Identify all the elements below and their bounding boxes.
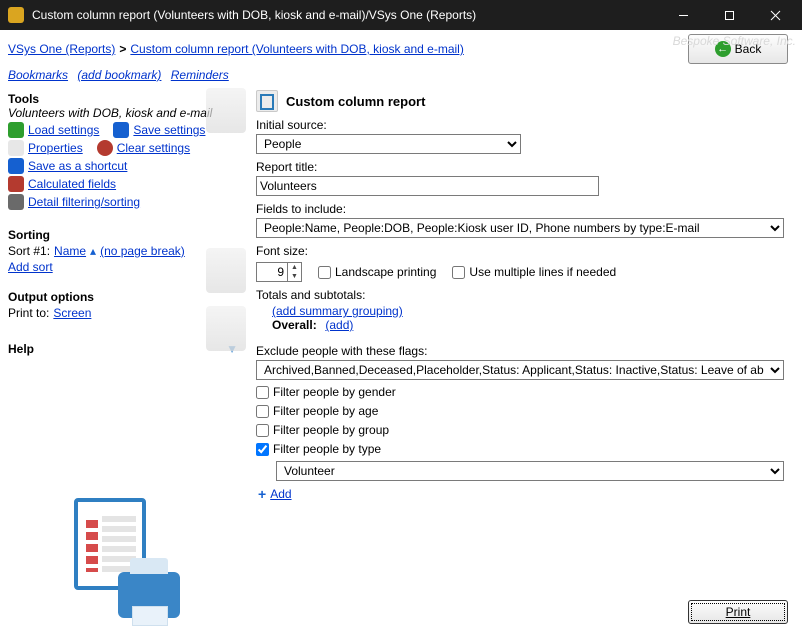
save-shortcut-link[interactable]: Save as a shortcut: [28, 159, 127, 173]
document-icon: [206, 248, 246, 293]
app-icon: [8, 7, 24, 23]
print-button[interactable]: Print: [688, 600, 788, 624]
title-bar: Custom column report (Volunteers with DO…: [0, 0, 802, 30]
plus-icon: +: [258, 487, 266, 501]
spin-down-icon[interactable]: ▼: [288, 272, 301, 281]
overall-add-link[interactable]: (add): [325, 318, 353, 332]
content-panel: Custom column report Initial source: Peo…: [250, 88, 802, 501]
fields-label: Fields to include:: [256, 202, 792, 216]
back-button[interactable]: ← Back: [688, 34, 788, 64]
filter-gender-checkbox[interactable]: [256, 386, 269, 399]
spin-up-icon[interactable]: ▲: [288, 263, 301, 272]
close-button[interactable]: [752, 0, 798, 30]
help-heading: Help: [8, 342, 34, 356]
properties-link[interactable]: Properties: [28, 141, 83, 155]
exclude-label: Exclude people with these flags:: [256, 344, 792, 358]
window-title: Custom column report (Volunteers with DO…: [32, 8, 660, 22]
filter-group-label: Filter people by group: [273, 423, 389, 437]
filter-type-select[interactable]: Volunteer: [276, 461, 784, 481]
exclude-select[interactable]: Archived,Banned,Deceased,Placeholder,Sta…: [256, 360, 784, 380]
landscape-label: Landscape printing: [335, 265, 436, 279]
filter-gender-label: Filter people by gender: [273, 385, 396, 399]
bookmarks-link[interactable]: Bookmarks: [8, 68, 68, 82]
load-icon: [8, 122, 24, 138]
calculated-fields-link[interactable]: Calculated fields: [28, 177, 116, 191]
print-to-value[interactable]: Screen: [53, 306, 91, 320]
filter-age-label: Filter people by age: [273, 404, 378, 418]
properties-icon: [8, 140, 24, 156]
breadcrumb: VSys One (Reports) > Custom column repor…: [0, 30, 802, 66]
report-heading: Custom column report: [286, 94, 425, 109]
filter-type-label: Filter people by type: [273, 442, 381, 456]
bookmarks-bar: Bookmarks (add bookmark) Reminders: [0, 66, 802, 88]
clipboard-icon: [206, 88, 246, 133]
reminders-link[interactable]: Reminders: [171, 68, 229, 82]
load-settings-link[interactable]: Load settings: [28, 123, 99, 137]
sort1-label: Sort #1:: [8, 244, 50, 258]
printer-icon: [206, 306, 246, 351]
filter-type-checkbox[interactable]: [256, 443, 269, 456]
add-bookmark-link[interactable]: (add bookmark): [77, 68, 161, 82]
multiline-label: Use multiple lines if needed: [469, 265, 616, 279]
report-title-label: Report title:: [256, 160, 792, 174]
fields-select[interactable]: People:Name, People:DOB, People:Kiosk us…: [256, 218, 784, 238]
breadcrumb-root[interactable]: VSys One (Reports): [8, 42, 115, 56]
breadcrumb-sep: >: [119, 42, 126, 56]
back-button-label: Back: [735, 42, 762, 56]
font-size-label: Font size:: [256, 244, 792, 258]
print-button-label: Print: [726, 605, 751, 619]
sidebar: Tools Volunteers with DOB, kiosk and e-m…: [0, 88, 250, 501]
clear-settings-link[interactable]: Clear settings: [117, 141, 190, 155]
shortcut-icon: [8, 158, 24, 174]
calculated-icon: [8, 176, 24, 192]
font-size-input[interactable]: [257, 263, 287, 281]
filter-age-checkbox[interactable]: [256, 405, 269, 418]
save-settings-link[interactable]: Save settings: [133, 123, 205, 137]
sort1-field[interactable]: Name: [54, 244, 86, 258]
add-filter-link[interactable]: Add: [270, 487, 291, 501]
add-sort-link[interactable]: Add sort: [8, 260, 53, 274]
add-summary-link[interactable]: (add summary grouping): [272, 304, 403, 318]
report-icon: [256, 90, 278, 112]
initial-source-label: Initial source:: [256, 118, 792, 132]
detail-filtering-link[interactable]: Detail filtering/sorting: [28, 195, 140, 209]
print-to-label: Print to:: [8, 306, 49, 320]
report-illustration: [70, 498, 180, 618]
totals-label: Totals and subtotals:: [256, 288, 792, 302]
landscape-checkbox[interactable]: [318, 266, 331, 279]
back-arrow-icon: ←: [715, 41, 731, 57]
clear-icon: [97, 140, 113, 156]
initial-source-select[interactable]: People: [256, 134, 521, 154]
save-icon: [113, 122, 129, 138]
font-size-spinner[interactable]: ▲▼: [256, 262, 302, 282]
filter-group-checkbox[interactable]: [256, 424, 269, 437]
multiline-checkbox[interactable]: [452, 266, 465, 279]
sorting-heading: Sorting: [8, 228, 244, 242]
maximize-button[interactable]: [706, 0, 752, 30]
report-title-input[interactable]: [256, 176, 599, 196]
overall-label: Overall:: [272, 318, 322, 332]
sort1-pagebreak[interactable]: (no page break): [100, 244, 185, 258]
sort-up-icon[interactable]: ▴: [90, 244, 96, 258]
breadcrumb-current[interactable]: Custom column report (Volunteers with DO…: [130, 42, 463, 56]
minimize-button[interactable]: [660, 0, 706, 30]
filtering-icon: [8, 194, 24, 210]
